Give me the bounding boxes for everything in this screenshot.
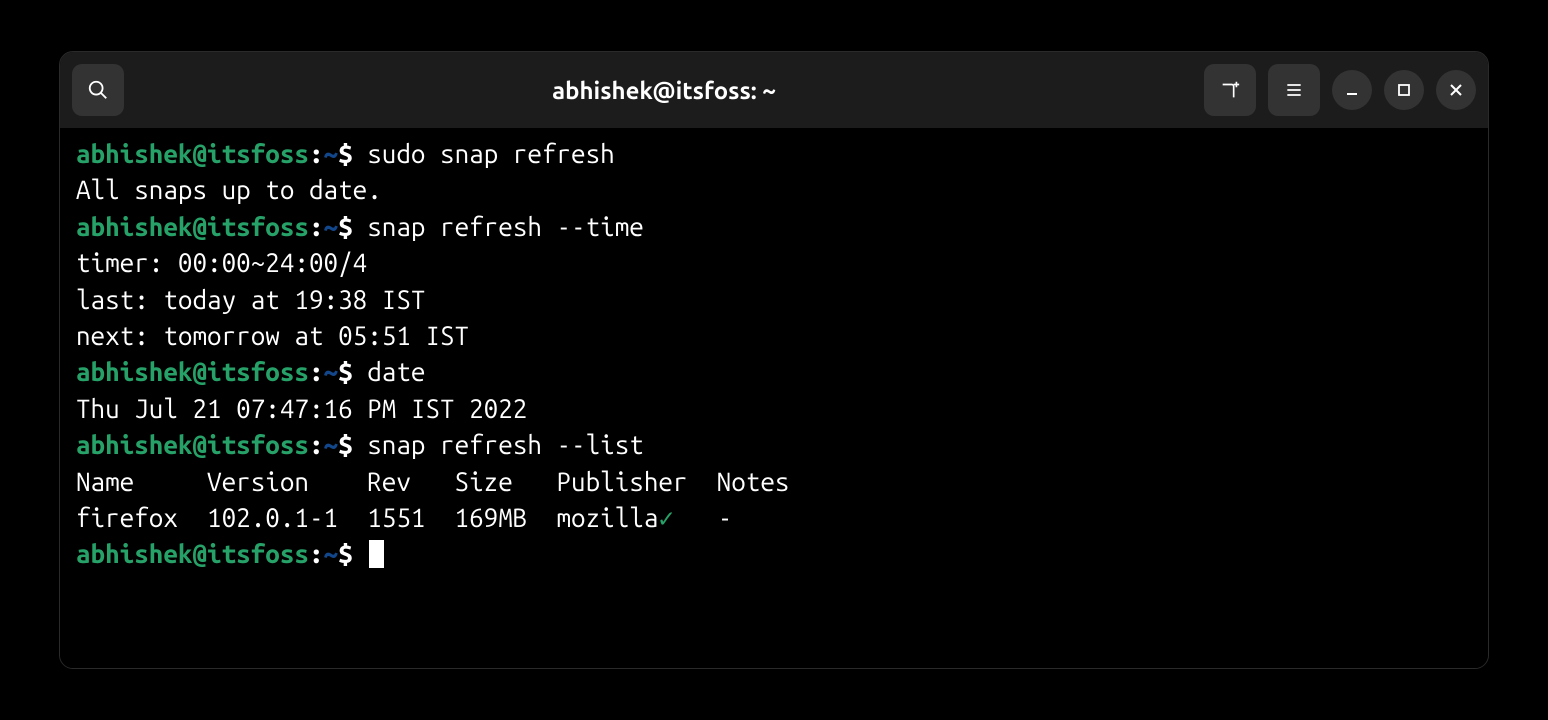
minimize-icon — [1344, 82, 1360, 98]
title-bar: abhishek@itsfoss: ~ — [60, 52, 1488, 128]
prompt-symbol: $ — [338, 139, 353, 168]
terminal-body[interactable]: abhishek@itsfoss:~$ sudo snap refresh Al… — [60, 128, 1488, 668]
prompt-line: abhishek@itsfoss:~$ snap refresh --list — [76, 430, 644, 459]
search-button[interactable] — [72, 64, 124, 116]
checkmark-icon: ✓ — [658, 503, 674, 532]
prompt-path: ~ — [324, 430, 339, 459]
prompt-user-host: abhishek@itsfoss — [76, 357, 309, 386]
cursor — [369, 540, 384, 568]
command-text: sudo snap refresh — [367, 139, 615, 168]
hamburger-menu-icon — [1284, 80, 1304, 100]
prompt-symbol: $ — [338, 430, 353, 459]
prompt-symbol: $ — [338, 357, 353, 386]
prompt-user-host: abhishek@itsfoss — [76, 430, 309, 459]
output-line: Thu Jul 21 07:47:16 PM IST 2022 — [76, 394, 527, 423]
command-text: date — [367, 357, 425, 386]
row-suffix: - — [674, 503, 732, 532]
output-line: next: tomorrow at 05:51 IST — [76, 321, 469, 350]
prompt-symbol: $ — [338, 539, 353, 568]
table-row: firefox 102.0.1-1 1551 169MB mozilla✓ - — [76, 503, 732, 532]
close-icon — [1448, 82, 1464, 98]
prompt-user-host: abhishek@itsfoss — [76, 212, 309, 241]
new-tab-icon — [1219, 79, 1241, 101]
prompt-path: ~ — [324, 539, 339, 568]
new-tab-button[interactable] — [1204, 64, 1256, 116]
prompt-path: ~ — [324, 357, 339, 386]
maximize-button[interactable] — [1384, 70, 1424, 110]
maximize-icon — [1396, 82, 1412, 98]
command-text: snap refresh --time — [367, 212, 644, 241]
prompt-line: abhishek@itsfoss:~$ date — [76, 357, 425, 386]
close-button[interactable] — [1436, 70, 1476, 110]
terminal-window: abhishek@itsfoss: ~ — [59, 51, 1489, 669]
title-bar-center: abhishek@itsfoss: ~ — [134, 77, 1194, 104]
prompt-path: ~ — [324, 139, 339, 168]
output-line: last: today at 19:38 IST — [76, 285, 425, 314]
prompt-colon: : — [309, 430, 324, 459]
output-line: Name Version Rev Size Publisher Notes — [76, 467, 789, 496]
prompt-user-host: abhishek@itsfoss — [76, 139, 309, 168]
prompt-colon: : — [309, 539, 324, 568]
prompt-colon: : — [309, 357, 324, 386]
command-text: snap refresh --list — [367, 430, 644, 459]
search-icon — [87, 79, 109, 101]
prompt-user-host: abhishek@itsfoss — [76, 539, 309, 568]
window-title: abhishek@itsfoss: ~ — [552, 77, 776, 104]
row-prefix: firefox 102.0.1-1 1551 169MB mozilla — [76, 503, 658, 532]
prompt-line: abhishek@itsfoss:~$ snap refresh --time — [76, 212, 644, 241]
menu-button[interactable] — [1268, 64, 1320, 116]
prompt-symbol: $ — [338, 212, 353, 241]
prompt-colon: : — [309, 139, 324, 168]
title-bar-left — [72, 64, 124, 116]
title-bar-right — [1204, 64, 1476, 116]
output-line: All snaps up to date. — [76, 175, 382, 204]
output-line: timer: 00:00~24:00/4 — [76, 248, 367, 277]
prompt-line: abhishek@itsfoss:~$ sudo snap refresh — [76, 139, 615, 168]
prompt-colon: : — [309, 212, 324, 241]
prompt-path: ~ — [324, 212, 339, 241]
minimize-button[interactable] — [1332, 70, 1372, 110]
prompt-line: abhishek@itsfoss:~$ — [76, 539, 384, 568]
